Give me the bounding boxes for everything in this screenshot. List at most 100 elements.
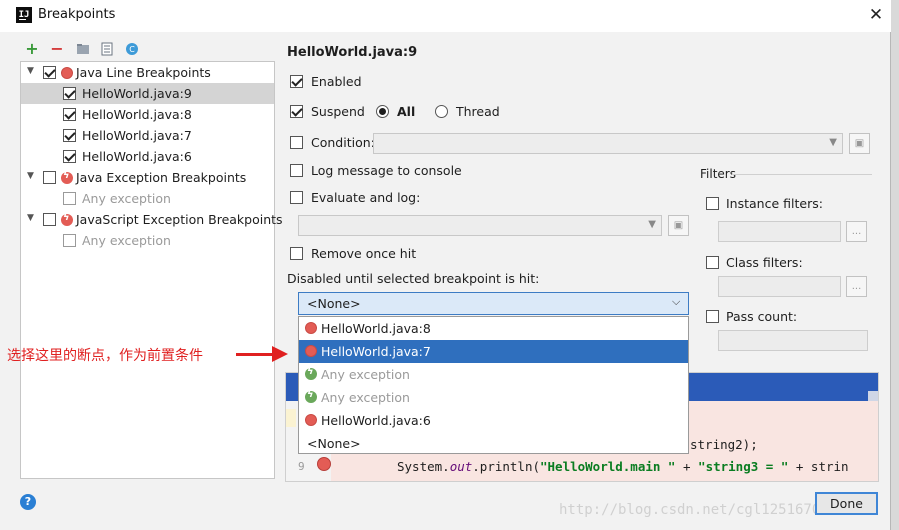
remove-once-hit-label[interactable]: Remove once hit (311, 246, 416, 261)
tree-item-java-exception-breakpoints[interactable]: ▼ Java Exception Breakpoints (21, 167, 274, 188)
pass-count-label[interactable]: Pass count: (726, 309, 797, 324)
dropdown-item-any-exception[interactable]: Any exception (299, 386, 688, 409)
breakpoints-dialog: IJ Breakpoints ✕ + − C ▼ Java Line Break… (0, 0, 891, 530)
chevron-down-icon[interactable]: ⌵ (672, 295, 680, 309)
remove-breakpoint-button[interactable]: − (50, 41, 64, 57)
tree-item-any-exception[interactable]: Any exception (21, 230, 274, 251)
chevron-down-icon[interactable]: ▼ (27, 66, 34, 76)
log-message-checkbox[interactable] (290, 164, 303, 177)
checkbox[interactable] (63, 234, 76, 247)
chevron-down-icon[interactable]: ▼ (829, 137, 837, 148)
breakpoints-tree[interactable]: ▼ Java Line Breakpoints HelloWorld.java:… (20, 61, 283, 479)
code-token: .println( (472, 459, 540, 474)
class-filters-label[interactable]: Class filters: (726, 255, 803, 270)
dropdown-item-label: Any exception (321, 367, 410, 382)
window-title: Breakpoints (38, 7, 116, 22)
breakpoint-icon (305, 322, 317, 334)
instance-filters-label[interactable]: Instance filters: (726, 196, 823, 211)
group-icon[interactable] (100, 42, 114, 56)
select-value: <None> (307, 296, 361, 311)
code-token: System. (397, 459, 450, 474)
help-icon[interactable]: ? (20, 494, 36, 510)
chevron-down-icon[interactable]: ▼ (27, 171, 34, 181)
disabled-until-select[interactable]: <None> ⌵ (298, 292, 689, 315)
suspend-label[interactable]: Suspend (311, 104, 365, 119)
class-filters-browse-button[interactable]: ... (846, 276, 867, 297)
checkbox[interactable] (63, 108, 76, 121)
log-message-label[interactable]: Log message to console (311, 163, 462, 178)
evaluate-log-label[interactable]: Evaluate and log: (311, 190, 420, 205)
checkbox[interactable] (43, 171, 56, 184)
folder-icon[interactable] (76, 42, 90, 56)
breakpoint-icon (61, 67, 73, 79)
class-icon[interactable]: C (125, 42, 139, 56)
breakpoint-icon (305, 345, 317, 357)
remove-once-hit-checkbox[interactable] (290, 247, 303, 260)
gutter-marker (286, 409, 296, 427)
instance-filters-browse-button[interactable]: ... (846, 221, 867, 242)
tree-item-helloworld-6[interactable]: HelloWorld.java:6 (21, 146, 274, 167)
instance-filters-checkbox[interactable] (706, 197, 719, 210)
all-label[interactable]: All (397, 104, 415, 119)
condition-checkbox[interactable] (290, 136, 303, 149)
checkbox[interactable] (63, 87, 76, 100)
filters-separator (732, 174, 872, 175)
dropdown-item-helloworld-8[interactable]: HelloWorld.java:8 (299, 317, 688, 340)
done-button[interactable]: Done (815, 492, 878, 515)
evaluate-log-input[interactable]: ▼ (298, 215, 662, 236)
condition-label[interactable]: Condition: (311, 135, 375, 150)
condition-input[interactable]: ▼ (373, 133, 843, 154)
thread-radio[interactable] (435, 105, 448, 118)
checkbox[interactable] (43, 213, 56, 226)
chevron-down-icon[interactable]: ▼ (648, 219, 656, 230)
class-filters-checkbox[interactable] (706, 256, 719, 269)
exception-breakpoint-icon (305, 366, 317, 380)
expand-editor-button[interactable]: ▣ (668, 215, 689, 236)
checkbox[interactable] (63, 150, 76, 163)
title-bar: IJ Breakpoints ✕ (0, 0, 891, 32)
pass-count-checkbox[interactable] (706, 310, 719, 323)
tree-item-helloworld-8[interactable]: HelloWorld.java:8 (21, 104, 274, 125)
svg-text:C: C (129, 45, 135, 54)
close-button[interactable]: ✕ (866, 5, 886, 25)
evaluate-log-checkbox[interactable] (290, 191, 303, 204)
dropdown-item-label: HelloWorld.java:6 (321, 413, 431, 428)
annotation-text: 选择这里的断点，作为前置条件 (7, 348, 203, 364)
intellij-app-icon: IJ (16, 7, 32, 23)
checkbox[interactable] (43, 66, 56, 79)
tree-item-label: Any exception (82, 191, 171, 206)
checkbox[interactable] (63, 192, 76, 205)
tree-item-helloworld-9[interactable]: HelloWorld.java:9 (21, 83, 274, 104)
disabled-until-dropdown-list[interactable]: HelloWorld.java:8 HelloWorld.java:7 Any … (298, 316, 689, 454)
expand-editor-button[interactable]: ▣ (849, 133, 870, 154)
dropdown-item-helloworld-7[interactable]: HelloWorld.java:7 (299, 340, 688, 363)
enabled-checkbox[interactable] (290, 75, 303, 88)
tree-item-javascript-exception-breakpoints[interactable]: ▼ JavaScript Exception Breakpoints (21, 209, 283, 230)
class-filters-input[interactable] (718, 276, 841, 297)
dropdown-item-none[interactable]: <None> (299, 432, 688, 455)
chevron-down-icon[interactable]: ▼ (27, 213, 34, 223)
dropdown-item-label: <None> (307, 436, 361, 451)
pass-count-input[interactable] (718, 330, 868, 351)
code-token: + (675, 459, 699, 474)
tree-item-label: HelloWorld.java:7 (82, 128, 192, 143)
all-radio[interactable] (376, 105, 389, 118)
tree-item-helloworld-7[interactable]: HelloWorld.java:7 (21, 125, 274, 146)
enabled-label[interactable]: Enabled (311, 74, 362, 89)
checkbox[interactable] (63, 129, 76, 142)
thread-label[interactable]: Thread (456, 104, 500, 119)
tree-item-any-exception[interactable]: Any exception (21, 188, 274, 209)
tree-item-label: Any exception (82, 233, 171, 248)
tree-item-label: HelloWorld.java:8 (82, 107, 192, 122)
suspend-checkbox[interactable] (290, 105, 303, 118)
dropdown-item-label: Any exception (321, 390, 410, 405)
add-breakpoint-button[interactable]: + (25, 41, 39, 57)
dropdown-item-label: HelloWorld.java:8 (321, 321, 431, 336)
tree-item-label: HelloWorld.java:9 (82, 86, 192, 101)
tree-item-java-line-breakpoints[interactable]: ▼ Java Line Breakpoints (21, 62, 274, 83)
dropdown-item-any-exception[interactable]: Any exception (299, 363, 688, 386)
breakpoint-icon[interactable] (317, 457, 331, 471)
dropdown-item-helloworld-6[interactable]: HelloWorld.java:6 (299, 409, 688, 432)
exception-breakpoint-icon (61, 170, 73, 184)
instance-filters-input[interactable] (718, 221, 841, 242)
